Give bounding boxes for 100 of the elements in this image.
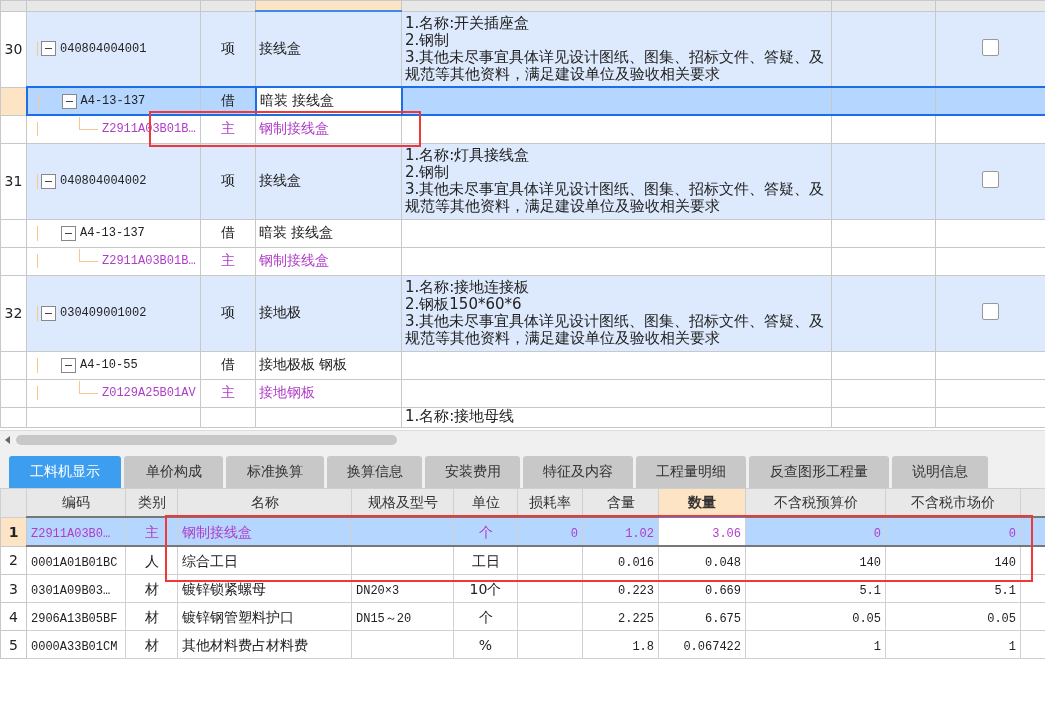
- item-name: 钢制接线盒: [259, 252, 329, 268]
- scroll-thumb[interactable]: [16, 434, 397, 445]
- table-cell: 0.016: [618, 556, 654, 570]
- table-cell: 材: [144, 608, 159, 625]
- feature-text: 1.名称:开关插座盒: [405, 14, 531, 32]
- horizontal-scrollbar[interactable]: [0, 430, 1045, 448]
- item-type: 项: [221, 304, 235, 320]
- item-type: 主: [221, 384, 235, 400]
- table-cell: DN20×3: [356, 584, 400, 598]
- item-name: 接地钢板: [259, 384, 315, 400]
- table-cell: %: [478, 637, 493, 653]
- table-cell: 1: [1008, 640, 1016, 654]
- table-cell: 个: [478, 523, 493, 540]
- table-cell: 0.223: [618, 584, 654, 598]
- table-cell: 人: [144, 552, 159, 569]
- row-number: 32: [4, 305, 23, 321]
- table-cell: 主: [144, 523, 159, 540]
- tree-connector: [79, 380, 98, 394]
- table-cell: 0: [873, 527, 881, 541]
- tab[interactable]: 换算信息: [327, 456, 422, 488]
- feature-text: 2.钢板150*60*6: [405, 296, 523, 313]
- column-header[interactable]: 含量: [582, 488, 659, 517]
- item-name: 接地极板 钢板: [259, 356, 348, 372]
- table-cell: 1.8: [632, 640, 654, 654]
- feature-text: 1.名称:灯具接线盒: [405, 147, 531, 164]
- checkbox[interactable]: [982, 38, 999, 56]
- tab[interactable]: 工程量明细: [636, 456, 746, 488]
- tab[interactable]: 特征及内容: [523, 456, 633, 488]
- table-cell: 0.669: [705, 584, 741, 598]
- table-cell: 6.675: [705, 612, 741, 626]
- table-cell: 镀锌锁紧螺母: [182, 580, 266, 597]
- table-cell: 材: [144, 580, 159, 597]
- tab[interactable]: 单价构成: [124, 456, 223, 488]
- table-cell: 140: [994, 556, 1016, 570]
- item-code: Z0129A25B01AV: [102, 386, 196, 400]
- feature-text: 3.其他未尽事宜具体详见设计图纸、图集、招标文件、答疑、及规范等其他资料，满足建设单位及验收相关要求: [405, 313, 826, 347]
- tab[interactable]: 说明信息: [892, 456, 988, 488]
- table-cell: DN15～20: [356, 611, 412, 626]
- item-name: 接线盒: [259, 40, 301, 56]
- checkbox[interactable]: [982, 171, 999, 188]
- feature-text: 2.钢制: [405, 164, 451, 181]
- table-cell: 1: [873, 640, 881, 654]
- feature-text: 1.名称:接地母线: [405, 407, 516, 425]
- table-cell: 1.02: [625, 527, 654, 541]
- column-header[interactable]: 规格及型号: [351, 488, 454, 517]
- item-code: 040804004002: [60, 174, 147, 188]
- row-number: 31: [4, 173, 23, 189]
- tab[interactable]: 反查图形工程量: [749, 456, 889, 488]
- feature-text: 3.其他未尽事宜具体详见设计图纸、图集、招标文件、答疑、及规范等其他资料，满足建设单位及验收相关要求: [405, 48, 826, 83]
- table-cell: 5.1: [994, 584, 1016, 598]
- item-name: 暗装 接线盒: [259, 92, 334, 108]
- table-cell: 材: [144, 636, 159, 653]
- item-name: 钢制接线盒: [259, 120, 329, 137]
- table-cell: 综合工日: [182, 552, 238, 569]
- row-number: 30: [4, 41, 23, 57]
- table-cell: 工日: [471, 552, 500, 569]
- tab[interactable]: 标准换算: [226, 456, 324, 488]
- item-type: 主: [221, 120, 235, 137]
- table-cell: 2.225: [618, 612, 654, 626]
- table-cell: 5.1: [859, 584, 881, 598]
- table-cell: 镀锌钢管塑料护口: [182, 608, 294, 625]
- column-header[interactable]: 名称: [177, 488, 352, 517]
- checkbox[interactable]: [982, 303, 999, 320]
- tree-connector: [79, 248, 98, 262]
- item-name: 接地极: [259, 304, 301, 320]
- table-cell: 0.05: [987, 612, 1016, 626]
- column-header[interactable]: 单位: [453, 488, 518, 517]
- item-code: A4-10-55: [80, 358, 138, 372]
- column-header[interactable]: [255, 0, 402, 11]
- table-cell: 其他材料费占材料费: [182, 636, 308, 653]
- item-type: 借: [221, 356, 235, 372]
- table-cell: 0.067422: [683, 640, 741, 654]
- table-cell: 钢制接线盒: [182, 523, 252, 540]
- column-header[interactable]: 损耗率: [517, 488, 583, 517]
- column-header[interactable]: 编码: [26, 488, 126, 517]
- column-header[interactable]: 数量: [658, 488, 746, 517]
- item-name: 暗装 接线盒: [259, 224, 334, 240]
- table-cell: Z2911A03B0…: [31, 527, 111, 541]
- row-number: 2: [9, 552, 18, 569]
- item-type: 项: [221, 172, 235, 188]
- item-name: 接线盒: [259, 172, 301, 188]
- tree-connector: [79, 116, 98, 130]
- table-cell: 0000A33B01CM: [31, 640, 118, 654]
- tab[interactable]: 安装费用: [425, 456, 520, 488]
- item-code: Z2911A03B01B…: [102, 254, 196, 268]
- feature-text: 1.名称:接地连接板: [405, 279, 531, 296]
- table-cell: 0: [570, 527, 578, 541]
- column-header[interactable]: 不含税预算价: [745, 488, 886, 517]
- item-type: 借: [221, 224, 235, 240]
- table-cell: 0.05: [852, 612, 881, 626]
- item-type: 借: [220, 92, 235, 108]
- column-header[interactable]: 不含税市场价: [885, 488, 1021, 517]
- row-number: 5: [9, 636, 18, 653]
- feature-text: 2.钢制: [405, 31, 451, 49]
- item-type: 主: [221, 252, 235, 268]
- row-number: 3: [9, 580, 18, 597]
- feature-text: 3.其他未尽事宜具体详见设计图纸、图集、招标文件、答疑、及规范等其他资料，满足建设单位及验收相关要求: [405, 181, 826, 215]
- item-code: 030409001002: [60, 306, 147, 320]
- row-number: 1: [8, 523, 19, 540]
- table-cell: 0: [1008, 527, 1016, 541]
